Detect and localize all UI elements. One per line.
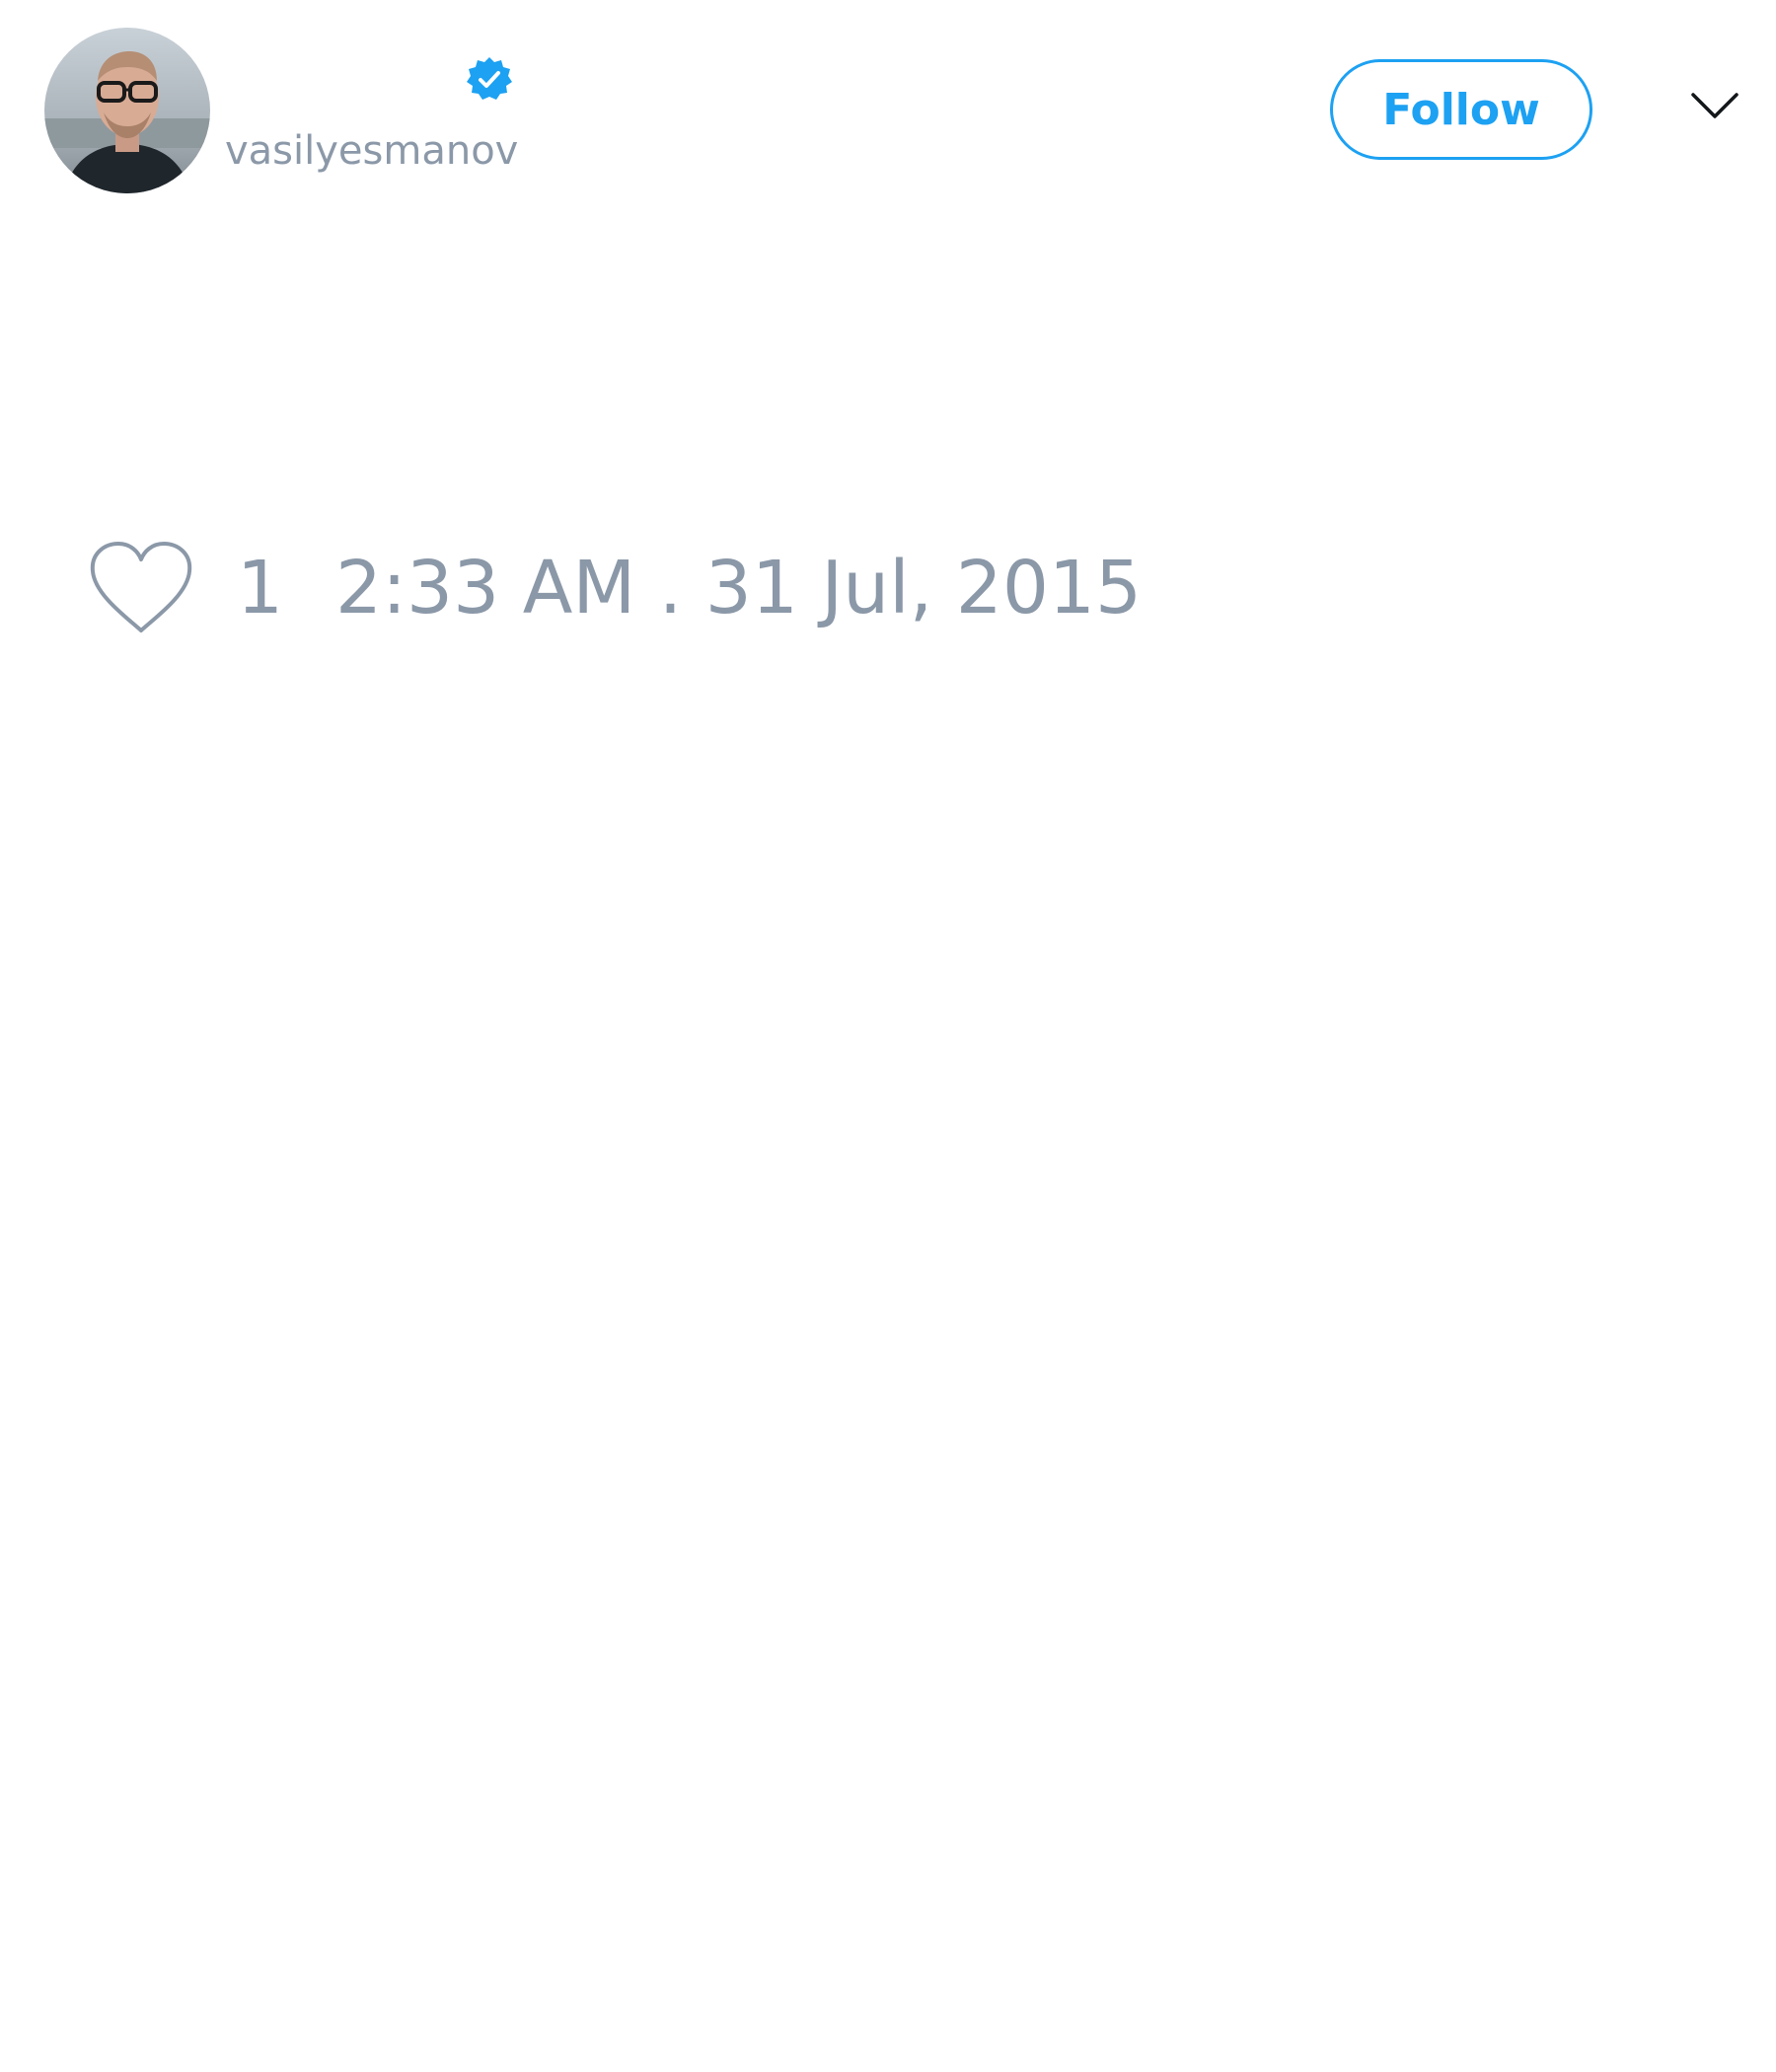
verified-badge-icon bbox=[466, 55, 513, 103]
author-name-row bbox=[225, 55, 513, 103]
tweet-timestamp[interactable]: 2:33 AM . 31 Jul, 2015 bbox=[335, 546, 1142, 630]
chevron-down-icon[interactable] bbox=[1689, 87, 1740, 126]
like-count: 1 bbox=[237, 546, 284, 630]
author-handle[interactable]: vasilyesmanov bbox=[225, 126, 518, 176]
avatar[interactable] bbox=[44, 28, 210, 193]
avatar-photo bbox=[44, 28, 210, 193]
tweet-card: vasilyesmanov Follow 1 2:33 AM . 31 Jul,… bbox=[0, 0, 1776, 2072]
tweet-actions: 1 2:33 AM . 31 Jul, 2015 bbox=[89, 539, 1142, 637]
heart-outline-icon[interactable] bbox=[89, 540, 193, 636]
follow-button[interactable]: Follow bbox=[1330, 59, 1592, 160]
